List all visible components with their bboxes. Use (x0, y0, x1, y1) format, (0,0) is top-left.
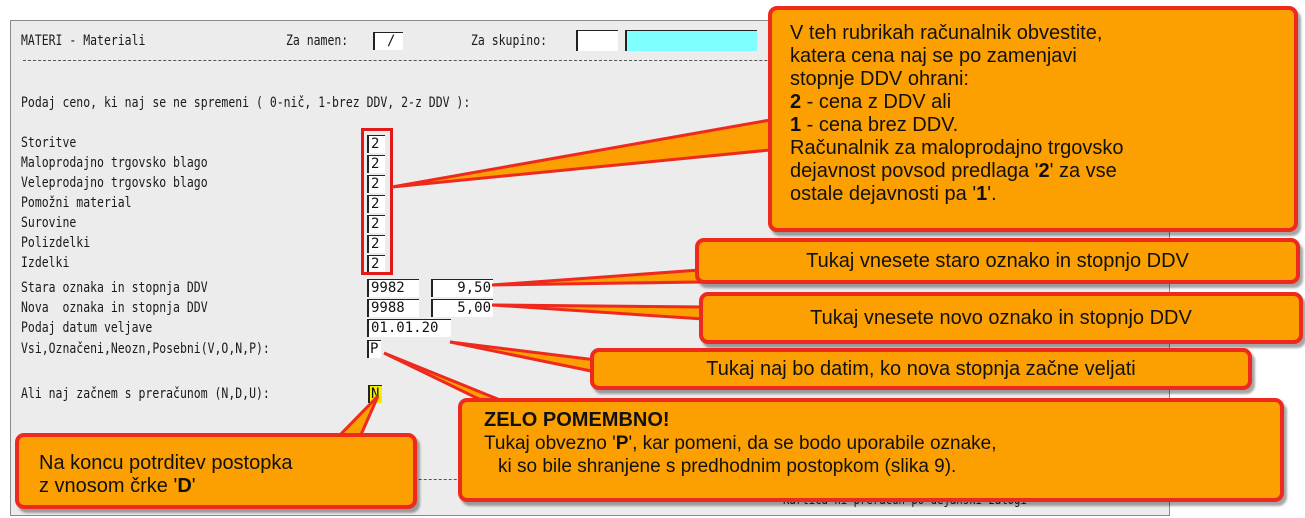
callout-final: Na koncu potrditev postopka z vnosom črk… (15, 433, 417, 509)
callout-final-line-2: z vnosom črke 'D' (39, 475, 196, 497)
callout-price-option-2: 2 - cena z DDV ali (790, 91, 952, 113)
callout-important: ZELO POMEMBNO! Tukaj obvezno 'P', kar po… (458, 398, 1284, 502)
arrow-new-vat (491, 303, 706, 321)
callout-date: Tukaj naj bo datim, ko nova stopnja začn… (590, 348, 1252, 390)
callout-important-line-1: Tukaj obvezno 'P', kar pomeni, da se bod… (484, 433, 997, 454)
callout-old-vat: Tukaj vnesete staro oznako in stopnjo DD… (695, 238, 1300, 284)
callout-final-line-1: Na koncu potrditev postopka (39, 452, 293, 474)
callout-new-vat-text: Tukaj vnesete novo oznako in stopnjo DDV (810, 307, 1192, 329)
callout-price-line-7: dejavnost povsod predlaga '2' za vse (790, 160, 1117, 182)
arrow-date (449, 340, 598, 374)
callout-price-line-6: Računalnik za maloprodajno trgovsko (790, 137, 1124, 159)
callout-price-line-3: stopnje DDV ohrani: (790, 68, 969, 90)
arrow-important (383, 351, 506, 404)
callout-important-line-2: ki so bile shranjene s predhodnim postop… (498, 456, 957, 477)
callout-price-line-2: katera cena naj se po zamenjavi (790, 45, 1077, 67)
callout-important-title: ZELO POMEMBNO! (484, 409, 670, 431)
callout-old-vat-text: Tukaj vnesete staro oznako in stopnjo DD… (806, 250, 1189, 272)
arrow-final (334, 394, 380, 439)
callout-date-text: Tukaj naj bo datim, ko nova stopnja začn… (706, 358, 1136, 380)
callout-price-info: V teh rubrikah računalnik obvestite, kat… (768, 6, 1298, 232)
arrow-price-info (391, 118, 772, 189)
callout-price-option-1: 1 - cena brez DDV. (790, 114, 959, 136)
callout-new-vat: Tukaj vnesete novo oznako in stopnjo DDV (699, 292, 1303, 344)
callout-price-line-1: V teh rubrikah računalnik obvestite, (790, 22, 1103, 44)
arrow-old-vat (491, 268, 702, 287)
callout-price-line-8: ostale dejavnosti pa '1'. (790, 183, 997, 205)
